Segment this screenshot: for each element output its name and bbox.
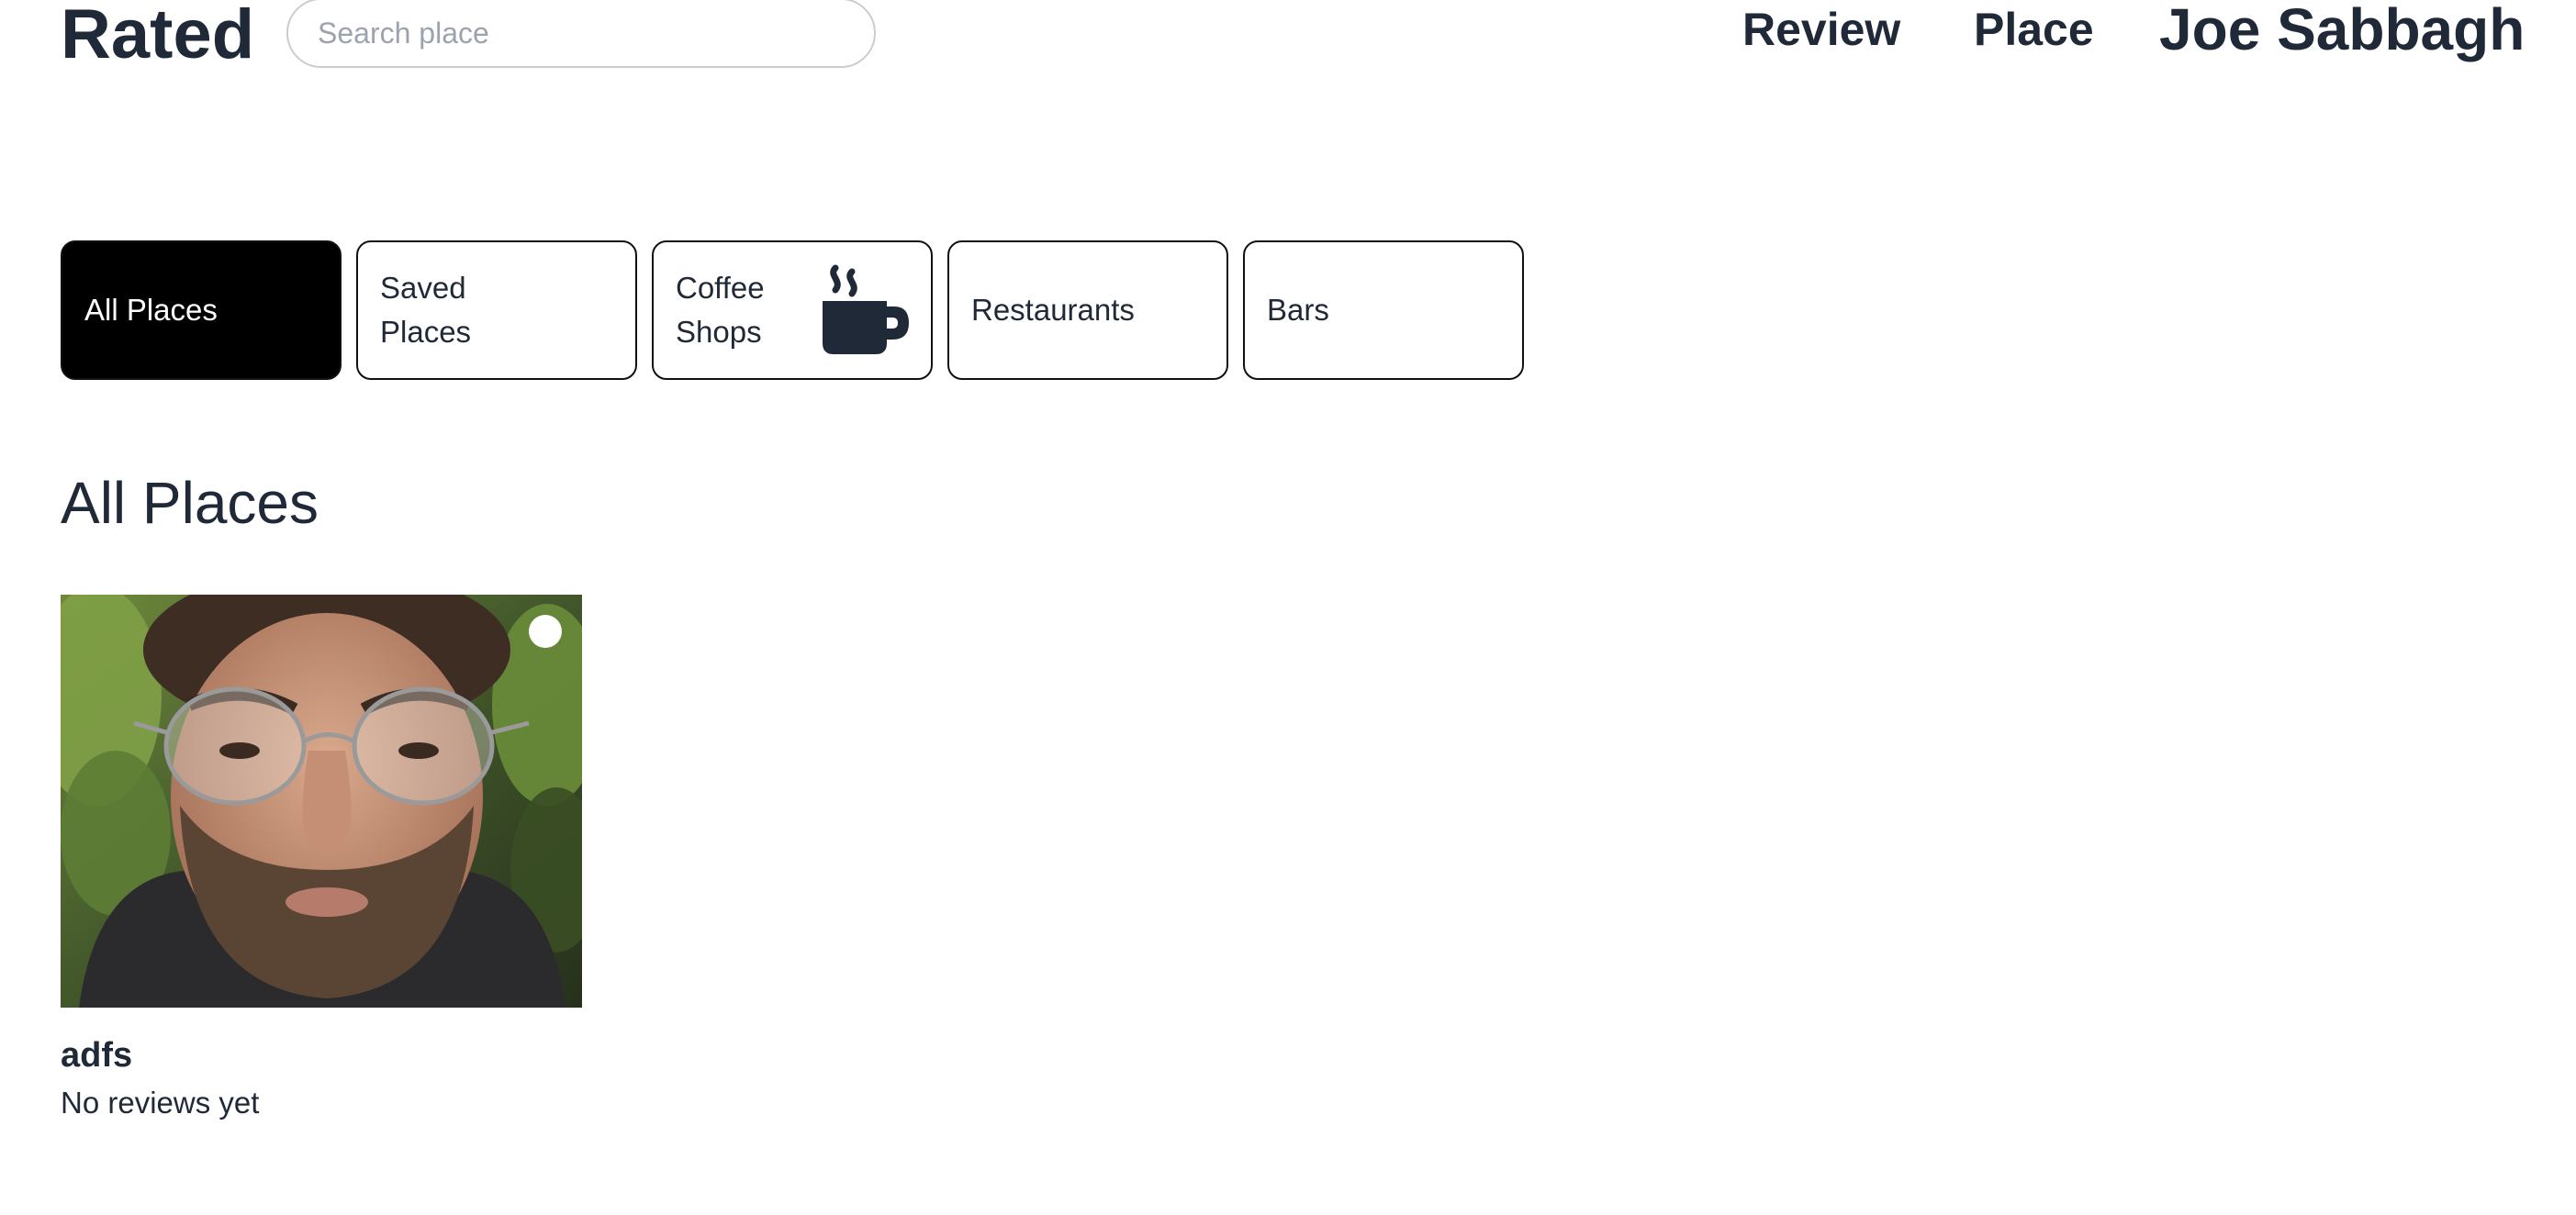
tab-label: Coffee Shops (676, 271, 765, 349)
search-input[interactable] (286, 0, 876, 68)
section-title: All Places (61, 470, 319, 536)
tab-saved-places[interactable]: Saved Places (356, 240, 637, 380)
nav-review-link[interactable]: Review (1742, 0, 1900, 59)
tab-bars[interactable]: Bars (1243, 240, 1524, 380)
tab-label: All Places (84, 293, 218, 327)
place-photo[interactable] (61, 595, 582, 1008)
place-card[interactable]: adfs No reviews yet (61, 595, 582, 1120)
user-profile-link[interactable]: Joe Sabbagh (2159, 0, 2525, 62)
tab-label: Restaurants (971, 293, 1135, 327)
tab-label: Bars (1267, 293, 1329, 327)
tab-label: Saved Places (380, 271, 472, 349)
brand-logo[interactable]: Rated (61, 0, 254, 70)
nav-place-link[interactable]: Place (1974, 0, 2094, 59)
tab-coffee-shops[interactable]: Coffee Shops (652, 240, 933, 380)
profile-photo (61, 595, 582, 1008)
tab-all-places[interactable]: All Places (61, 240, 342, 380)
category-tabs: All Places Saved Places Coffee Shops Res… (61, 240, 1524, 380)
place-name[interactable]: adfs (61, 1033, 132, 1077)
save-toggle-button[interactable] (529, 615, 562, 648)
page: Rated Review Place Joe Sabbagh All Place… (0, 0, 2576, 1215)
place-reviews-status: No reviews yet (61, 1086, 260, 1120)
coffee-cup-icon (815, 262, 911, 370)
tab-restaurants[interactable]: Restaurants (947, 240, 1228, 380)
